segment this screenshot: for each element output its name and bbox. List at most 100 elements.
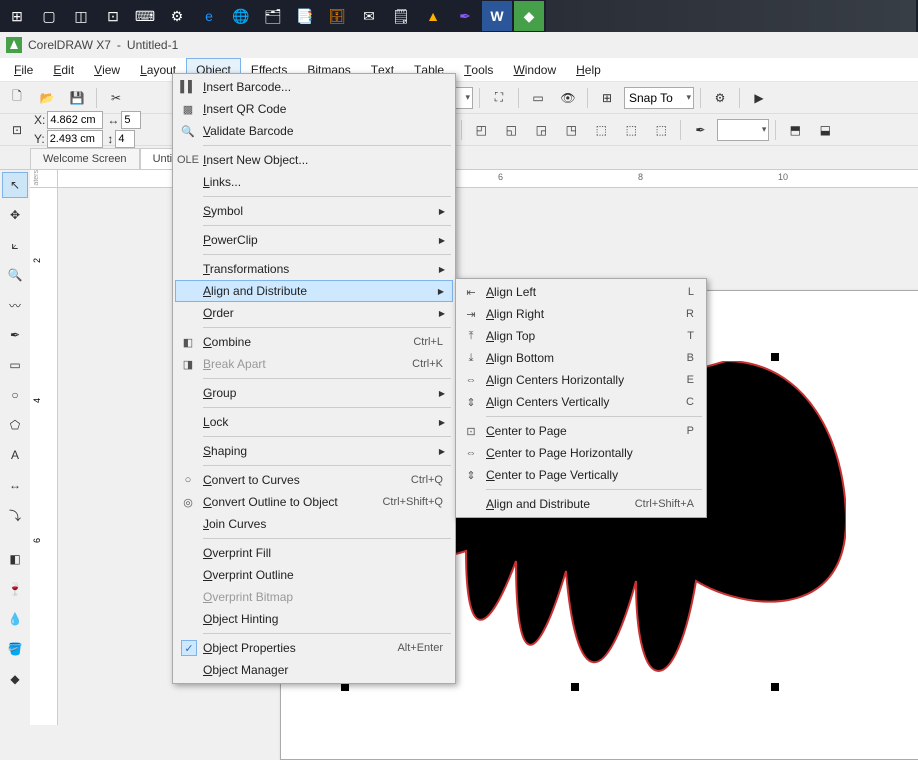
menu-item-align-top[interactable]: ⤒Align TopT — [458, 325, 704, 347]
drop-shadow-tool[interactable]: ◧ — [2, 546, 28, 572]
menu-item-insert-qr-code[interactable]: ▩Insert QR Code — [175, 98, 453, 120]
menu-item-align-bottom[interactable]: ⤓Align BottomB — [458, 347, 704, 369]
menu-item-center-to-page-horizontally[interactable]: ⇔Center to Page Horizontally — [458, 442, 704, 464]
menu-item-object-hinting[interactable]: Object Hinting — [175, 608, 453, 630]
selection-handle[interactable] — [341, 683, 349, 691]
menu-view[interactable]: View — [84, 58, 130, 81]
transparency-tool[interactable]: 🍷 — [2, 576, 28, 602]
menu-item-join-curves[interactable]: Join Curves — [175, 513, 453, 535]
connector-tool[interactable]: ⤵ — [2, 502, 28, 528]
chrome-icon[interactable]: 🌐 — [226, 1, 256, 31]
task-view-icon[interactable]: ▢ — [34, 1, 64, 31]
menu-item-overprint-fill[interactable]: Overprint Fill — [175, 542, 453, 564]
menu-item-object-manager[interactable]: Object Manager — [175, 659, 453, 681]
selection-handle[interactable] — [571, 683, 579, 691]
open-button[interactable]: 📂 — [34, 86, 60, 110]
save-button[interactable]: 💾 — [64, 86, 90, 110]
freehand-tool[interactable]: 〰 — [2, 292, 28, 318]
menu-item-overprint-outline[interactable]: Overprint Outline — [175, 564, 453, 586]
width-input[interactable] — [121, 111, 141, 129]
menu-item-center-to-page[interactable]: ⊡Center to PageP — [458, 420, 704, 442]
front-minus-back-button[interactable]: ⬚ — [618, 118, 644, 142]
taskbar-app[interactable]: 📑 — [290, 1, 320, 31]
x-position-input[interactable] — [47, 111, 103, 129]
selection-handle[interactable] — [771, 353, 779, 361]
options-button[interactable]: ⚙ — [707, 86, 733, 110]
shape-tool[interactable]: ✥ — [2, 202, 28, 228]
simplify-button[interactable]: ⬚ — [588, 118, 614, 142]
menu-item-links[interactable]: Links... — [175, 171, 453, 193]
explorer-icon[interactable]: 🗂 — [258, 1, 288, 31]
vertical-ruler[interactable]: 246 — [30, 188, 58, 725]
height-input[interactable] — [115, 130, 135, 148]
menu-tools[interactable]: Tools — [454, 58, 503, 81]
osk-icon[interactable]: ⌨ — [130, 1, 160, 31]
preview-button[interactable]: ▭ — [525, 86, 551, 110]
y-position-input[interactable] — [47, 130, 103, 148]
start-button[interactable]: ⊞ — [2, 1, 32, 31]
settings-icon[interactable]: ⚙ — [162, 1, 192, 31]
back-minus-front-button[interactable]: ⬚ — [648, 118, 674, 142]
ellipse-tool[interactable]: ○ — [2, 382, 28, 408]
taskbar-app[interactable]: 🗄 — [322, 1, 352, 31]
menu-item-align-and-distribute[interactable]: Align and DistributeCtrl+Shift+A — [458, 493, 704, 515]
menu-item-powerclip[interactable]: PowerClip▶ — [175, 229, 453, 251]
tab-welcome-screen[interactable]: Welcome Screen — [30, 148, 140, 169]
pick-tool[interactable]: ↖ — [2, 172, 28, 198]
notepad-icon[interactable]: 🗒 — [386, 1, 416, 31]
menu-item-align-centers-vertically[interactable]: ⇕Align Centers VerticallyC — [458, 391, 704, 413]
menu-item-object-properties[interactable]: ✓Object PropertiesAlt+Enter — [175, 637, 453, 659]
to-front-button[interactable]: ⬒ — [782, 118, 808, 142]
menu-item-combine[interactable]: ◧CombineCtrl+L — [175, 331, 453, 353]
snapto-dropdown[interactable]: Snap To — [624, 87, 694, 109]
menu-item-insert-new-object[interactable]: OLEInsert New Object... — [175, 149, 453, 171]
text-tool[interactable]: A — [2, 442, 28, 468]
interactive-fill-tool[interactable]: 🪣 — [2, 636, 28, 662]
rectangle-tool[interactable]: ▭ — [2, 352, 28, 378]
menu-window[interactable]: Window — [503, 58, 566, 81]
outline-width-dropdown[interactable] — [717, 119, 769, 141]
selection-handle[interactable] — [771, 683, 779, 691]
view-button[interactable]: 👁 — [555, 86, 581, 110]
taskbar-icon[interactable]: ⊡ — [98, 1, 128, 31]
menu-item-align-right[interactable]: ⇥Align RightR — [458, 303, 704, 325]
weld-button[interactable]: ◱ — [498, 118, 524, 142]
intersect-button[interactable]: ◳ — [558, 118, 584, 142]
mail-icon[interactable]: ✉ — [354, 1, 384, 31]
crop-tool[interactable]: ⟀ — [2, 232, 28, 258]
menu-item-convert-outline-to-object[interactable]: ◎Convert Outline to ObjectCtrl+Shift+Q — [175, 491, 453, 513]
trim-button[interactable]: ◲ — [528, 118, 554, 142]
outline-pen-button[interactable]: ✒ — [687, 118, 713, 142]
taskbar-icon[interactable]: ◫ — [66, 1, 96, 31]
polygon-tool[interactable]: ⬠ — [2, 412, 28, 438]
menu-item-convert-to-curves[interactable]: ○Convert to CurvesCtrl+Q — [175, 469, 453, 491]
full-screen-button[interactable]: ⛶ — [486, 86, 512, 110]
menu-file[interactable]: File — [4, 58, 43, 81]
menu-item-align-and-distribute[interactable]: Align and Distribute▶ — [175, 280, 453, 302]
new-button[interactable]: 🗋 — [4, 86, 30, 110]
zoom-tool[interactable]: 🔍 — [2, 262, 28, 288]
cut-button[interactable]: ✂ — [103, 86, 129, 110]
ruler-corner[interactable]: aters — [30, 170, 58, 188]
edge-icon[interactable]: e — [194, 1, 224, 31]
menu-item-align-centers-horizontally[interactable]: ⇔Align Centers HorizontallyE — [458, 369, 704, 391]
menu-item-validate-barcode[interactable]: 🔍Validate Barcode — [175, 120, 453, 142]
word-icon[interactable]: W — [482, 1, 512, 31]
to-back-button[interactable]: ⬓ — [812, 118, 838, 142]
selection-handle[interactable] — [771, 513, 779, 521]
menu-item-group[interactable]: Group▶ — [175, 382, 453, 404]
menu-item-symbol[interactable]: Symbol▶ — [175, 200, 453, 222]
coreldraw-icon[interactable]: ◆ — [514, 1, 544, 31]
dimension-tool[interactable]: ↔ — [2, 472, 28, 498]
menu-item-order[interactable]: Order▶ — [175, 302, 453, 324]
menu-item-align-left[interactable]: ⇤Align LeftL — [458, 281, 704, 303]
artistic-media-tool[interactable]: ✒ — [2, 322, 28, 348]
taskbar-app[interactable]: ▲ — [418, 1, 448, 31]
menu-item-insert-barcode[interactable]: ▌▌Insert Barcode... — [175, 76, 453, 98]
object-origin-button[interactable]: ⊡ — [4, 118, 30, 142]
menu-item-transformations[interactable]: Transformations▶ — [175, 258, 453, 280]
combine-button[interactable]: ◰ — [468, 118, 494, 142]
smart-fill-tool[interactable]: ◆ — [2, 666, 28, 692]
menu-item-shaping[interactable]: Shaping▶ — [175, 440, 453, 462]
eyedropper-tool[interactable]: 💧 — [2, 606, 28, 632]
